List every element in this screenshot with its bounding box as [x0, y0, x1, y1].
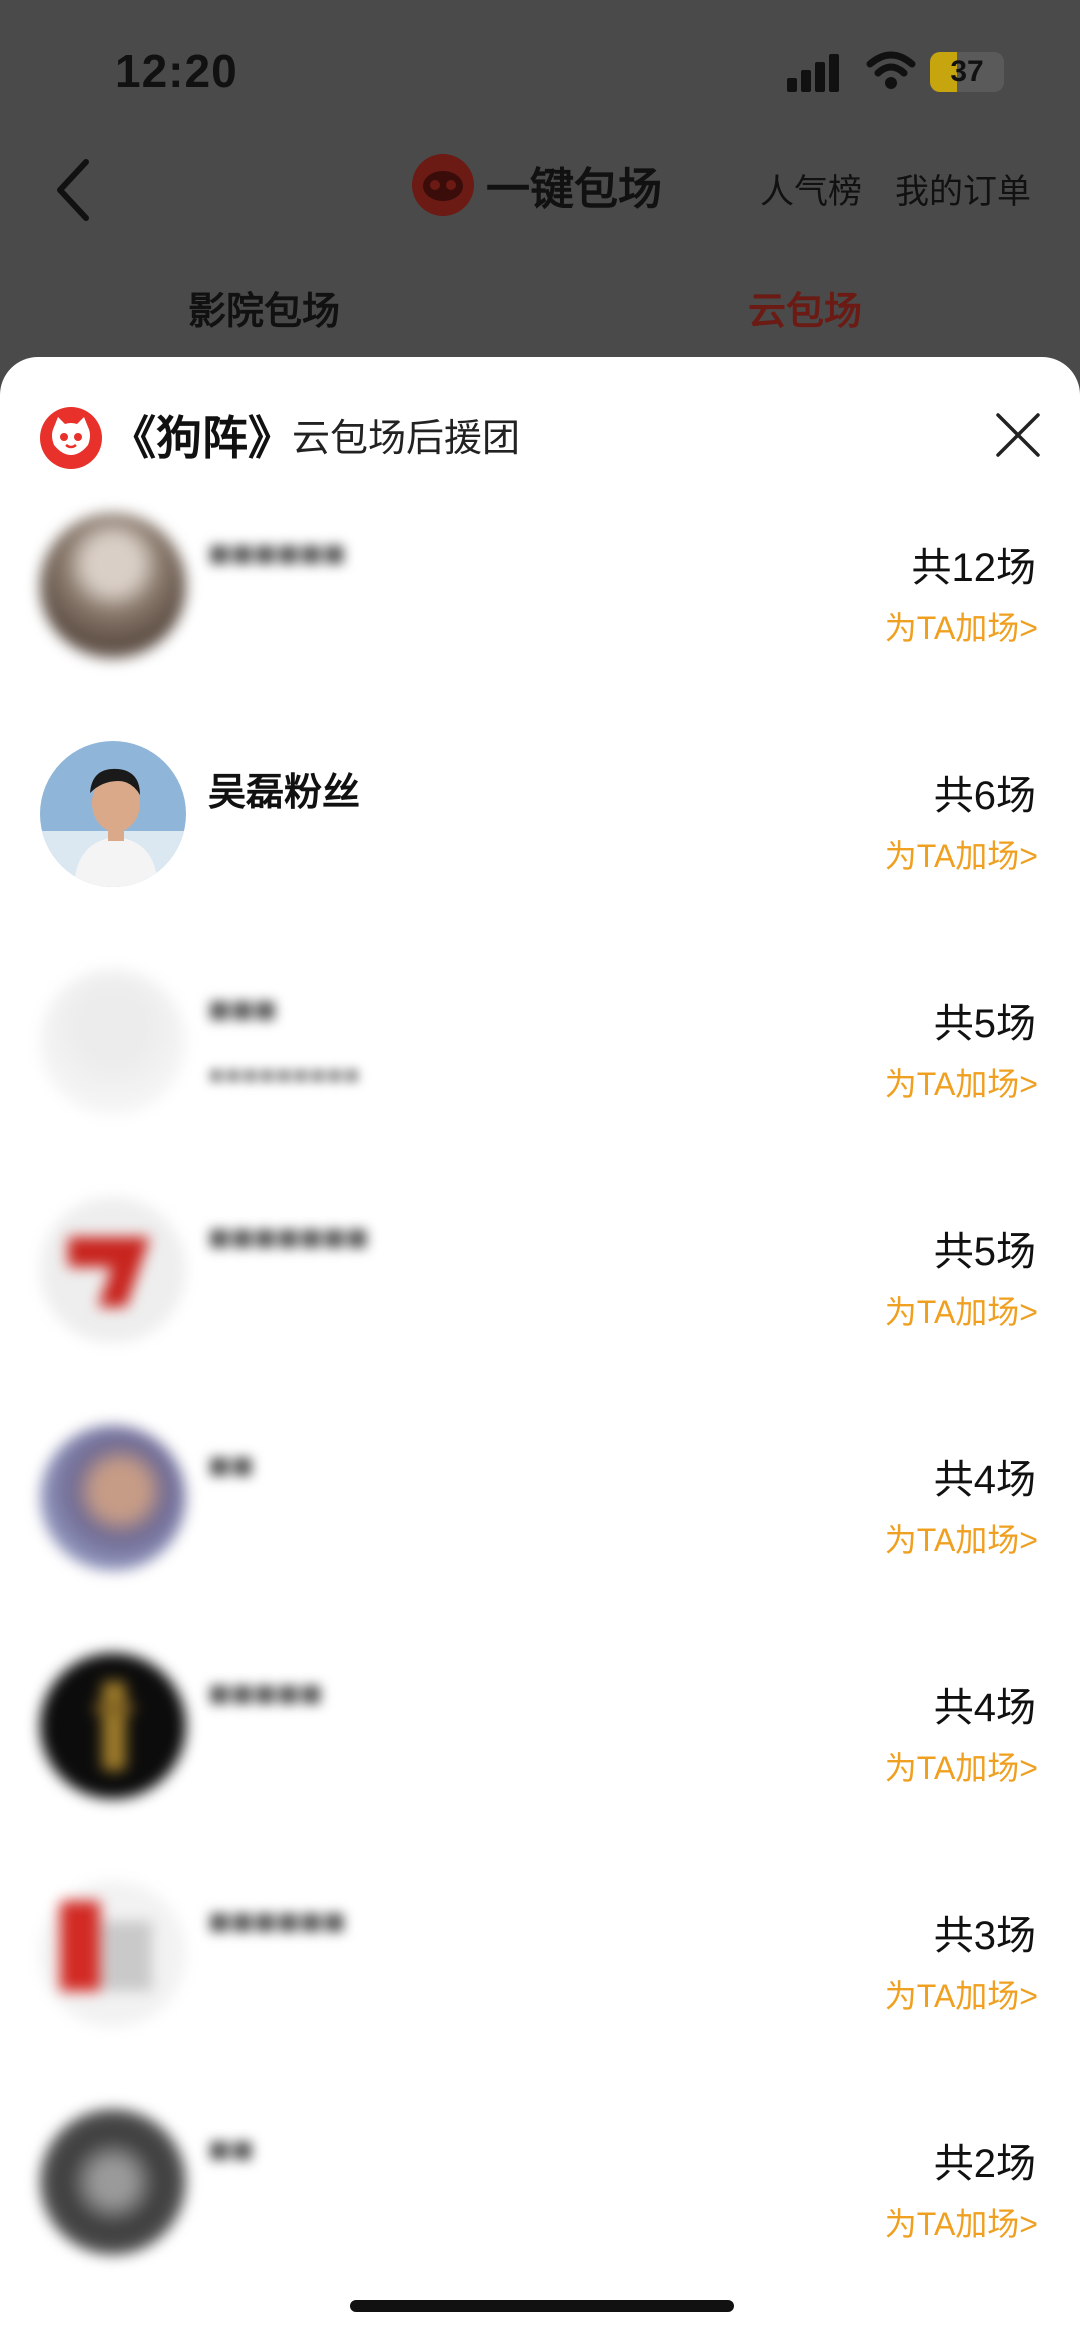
battery-level: 37 — [950, 55, 984, 88]
add-session-button[interactable]: 为TA加场> — [885, 1287, 1038, 1333]
fan-name: ■■■■■■ — [208, 1901, 346, 1943]
avatar — [40, 2109, 186, 2255]
sheet-subtitle: 云包场后援团 — [292, 418, 521, 460]
add-session-button[interactable]: 为TA加场> — [885, 1059, 1038, 1105]
nav-bar: 一键包场 人气榜 我的订单 — [0, 140, 1080, 240]
list-item: ■■■■■■ 共3场 为TA加场> — [0, 1875, 1080, 2103]
avatar — [40, 1197, 186, 1343]
fan-name: ■■ — [208, 2129, 254, 2171]
add-session-button[interactable]: 为TA加场> — [885, 1743, 1038, 1789]
avatar — [40, 1425, 186, 1571]
avatar — [40, 1653, 186, 1799]
my-orders-link[interactable]: 我的订单 — [895, 164, 1031, 213]
fan-name: ■■■■■ — [208, 1673, 323, 1715]
popularity-rank-link[interactable]: 人气榜 — [760, 164, 862, 213]
fan-subtitle: ■■■■■■■■■ — [208, 1059, 361, 1090]
wifi-icon — [866, 51, 916, 89]
add-session-button[interactable]: 为TA加场> — [885, 603, 1038, 649]
list-item: ■■ 共4场 为TA加场> — [0, 1419, 1080, 1647]
fan-name: ■■■■■■■ — [208, 1217, 369, 1259]
add-session-button[interactable]: 为TA加场> — [885, 2199, 1038, 2245]
home-indicator — [350, 2300, 734, 2312]
avatar — [40, 1881, 186, 2027]
battery-icon: 37 — [930, 52, 1004, 92]
list-item: ■■■■■■ 共12场 为TA加场> — [0, 507, 1080, 735]
add-session-button[interactable]: 为TA加场> — [885, 1515, 1038, 1561]
session-count: 共6场 — [933, 774, 1036, 818]
session-count: 共2场 — [933, 2142, 1036, 2186]
fan-name: 吴磊粉丝 — [208, 772, 361, 814]
add-session-button[interactable]: 为TA加场> — [885, 831, 1038, 877]
background-page: 12:20 37 一键包场 人气榜 我的订单 影院包场 云包场 — [0, 0, 1080, 400]
tab-bar: 影院包场 云包场 — [0, 280, 1080, 360]
fan-name: ■■■ — [208, 989, 277, 1031]
list-item: 吴磊粉丝 共6场 为TA加场> — [0, 735, 1080, 963]
avatar — [40, 513, 186, 659]
session-count: 共3场 — [933, 1914, 1036, 1958]
support-group-sheet: 《狗阵》 云包场后援团 ■■■■■■ 共12场 为TA加场> 吴磊粉丝 共6场 … — [0, 357, 1080, 2337]
list-item: ■■■ ■■■■■■■■■ 共5场 为TA加场> — [0, 963, 1080, 1191]
page-title: 一键包场 — [486, 165, 662, 214]
tab-cloud-booking[interactable]: 云包场 — [748, 280, 862, 335]
avatar — [40, 741, 186, 887]
list-item: ■■ 共2场 为TA加场> — [0, 2103, 1080, 2331]
session-count: 共12场 — [911, 546, 1037, 590]
session-count: 共5场 — [933, 1230, 1036, 1274]
tab-cinema-booking[interactable]: 影院包场 — [188, 280, 340, 335]
maoyan-cat-logo-icon — [40, 407, 102, 469]
session-count: 共4场 — [933, 1686, 1036, 1730]
session-count: 共5场 — [933, 1002, 1036, 1046]
session-count: 共4场 — [933, 1458, 1036, 1502]
list-item: ■■■■■■■ 共5场 为TA加场> — [0, 1191, 1080, 1419]
fan-name: ■■ — [208, 1445, 254, 1487]
status-time: 12:20 — [115, 45, 238, 97]
list-item: ■■■■■ 共4场 为TA加场> — [0, 1647, 1080, 1875]
fan-name: ■■■■■■ — [208, 533, 346, 575]
movie-title: 《狗阵》 — [110, 412, 294, 464]
maoyan-cat-logo-icon — [412, 154, 474, 216]
status-bar: 12:20 37 — [0, 0, 1080, 140]
sheet-header: 《狗阵》 云包场后援团 — [0, 357, 1080, 507]
fan-list: ■■■■■■ 共12场 为TA加场> 吴磊粉丝 共6场 为TA加场> ■■■ ■… — [0, 507, 1080, 2331]
cellular-signal-icon — [787, 52, 843, 92]
add-session-button[interactable]: 为TA加场> — [885, 1971, 1038, 2017]
back-button[interactable] — [44, 150, 104, 230]
nav-title-group: 一键包场 — [412, 150, 662, 220]
avatar — [40, 969, 186, 1115]
close-icon[interactable] — [990, 407, 1046, 463]
